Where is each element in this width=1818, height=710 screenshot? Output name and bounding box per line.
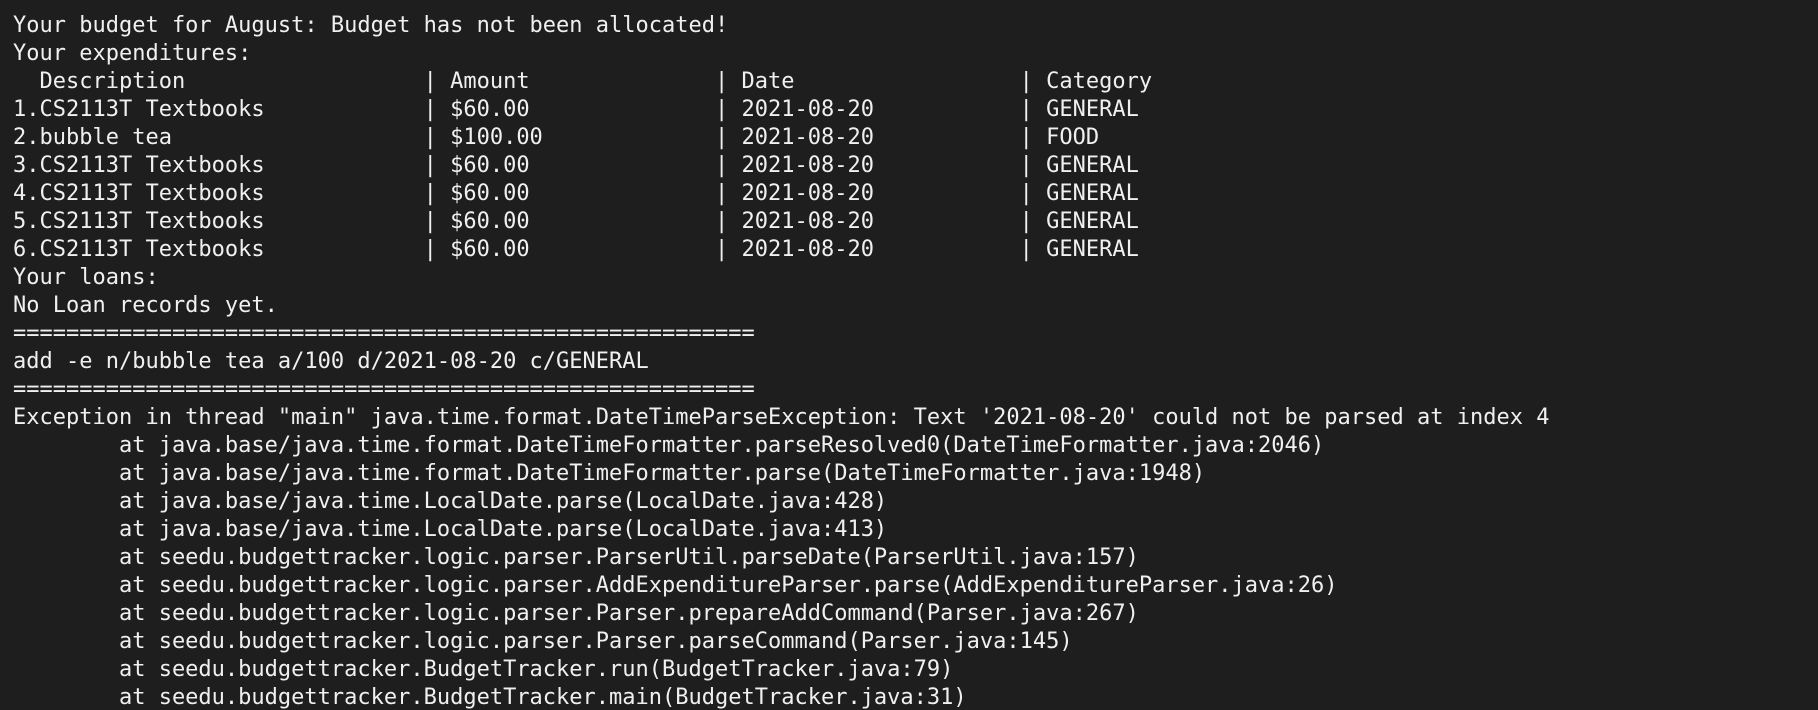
terminal-line: at java.base/java.time.format.DateTimeFo… — [13, 433, 1325, 458]
terminal-line: add -e n/bubble tea a/100 d/2021-08-20 c… — [13, 349, 649, 374]
terminal-line: 4.CS2113T Textbooks | $60.00 | 2021-08-2… — [13, 181, 1139, 206]
terminal-line: at seedu.budgettracker.logic.parser.AddE… — [13, 573, 1338, 598]
terminal-line: at seedu.budgettracker.logic.parser.Pars… — [13, 601, 1139, 626]
terminal-line: 3.CS2113T Textbooks | $60.00 | 2021-08-2… — [13, 153, 1139, 178]
terminal-line: ========================================… — [13, 321, 755, 346]
terminal-line: at java.base/java.time.LocalDate.parse(L… — [13, 489, 888, 514]
terminal-line: ========================================… — [13, 377, 755, 402]
terminal-line: Description | Amount | Date | Category — [13, 69, 1153, 94]
terminal-line: 2.bubble tea | $100.00 | 2021-08-20 | FO… — [13, 125, 1100, 150]
terminal-line: at seedu.budgettracker.BudgetTracker.mai… — [13, 685, 967, 710]
terminal-output: ========================================… — [13, 0, 1549, 710]
terminal-line: ========================================… — [13, 0, 1549, 12]
terminal-line: at seedu.budgettracker.logic.parser.Pars… — [13, 629, 1073, 654]
terminal-line: 6.CS2113T Textbooks | $60.00 | 2021-08-2… — [13, 237, 1139, 262]
terminal-line: Your loans: — [13, 265, 159, 290]
terminal-line: Your budget for August: Budget has not b… — [13, 13, 729, 38]
terminal-line: No Loan records yet. — [13, 293, 278, 318]
terminal-window[interactable]: ========================================… — [0, 0, 1818, 710]
terminal-line: Exception in thread "main" java.time.for… — [13, 405, 1550, 430]
terminal-line: Your expenditures: — [13, 41, 252, 66]
terminal-line: 5.CS2113T Textbooks | $60.00 | 2021-08-2… — [13, 209, 1139, 234]
terminal-line: at seedu.budgettracker.BudgetTracker.run… — [13, 657, 954, 682]
terminal-line: at java.base/java.time.LocalDate.parse(L… — [13, 517, 888, 542]
terminal-line: 1.CS2113T Textbooks | $60.00 | 2021-08-2… — [13, 97, 1139, 122]
terminal-line: at seedu.budgettracker.logic.parser.Pars… — [13, 545, 1139, 570]
terminal-line: at java.base/java.time.format.DateTimeFo… — [13, 461, 1206, 486]
